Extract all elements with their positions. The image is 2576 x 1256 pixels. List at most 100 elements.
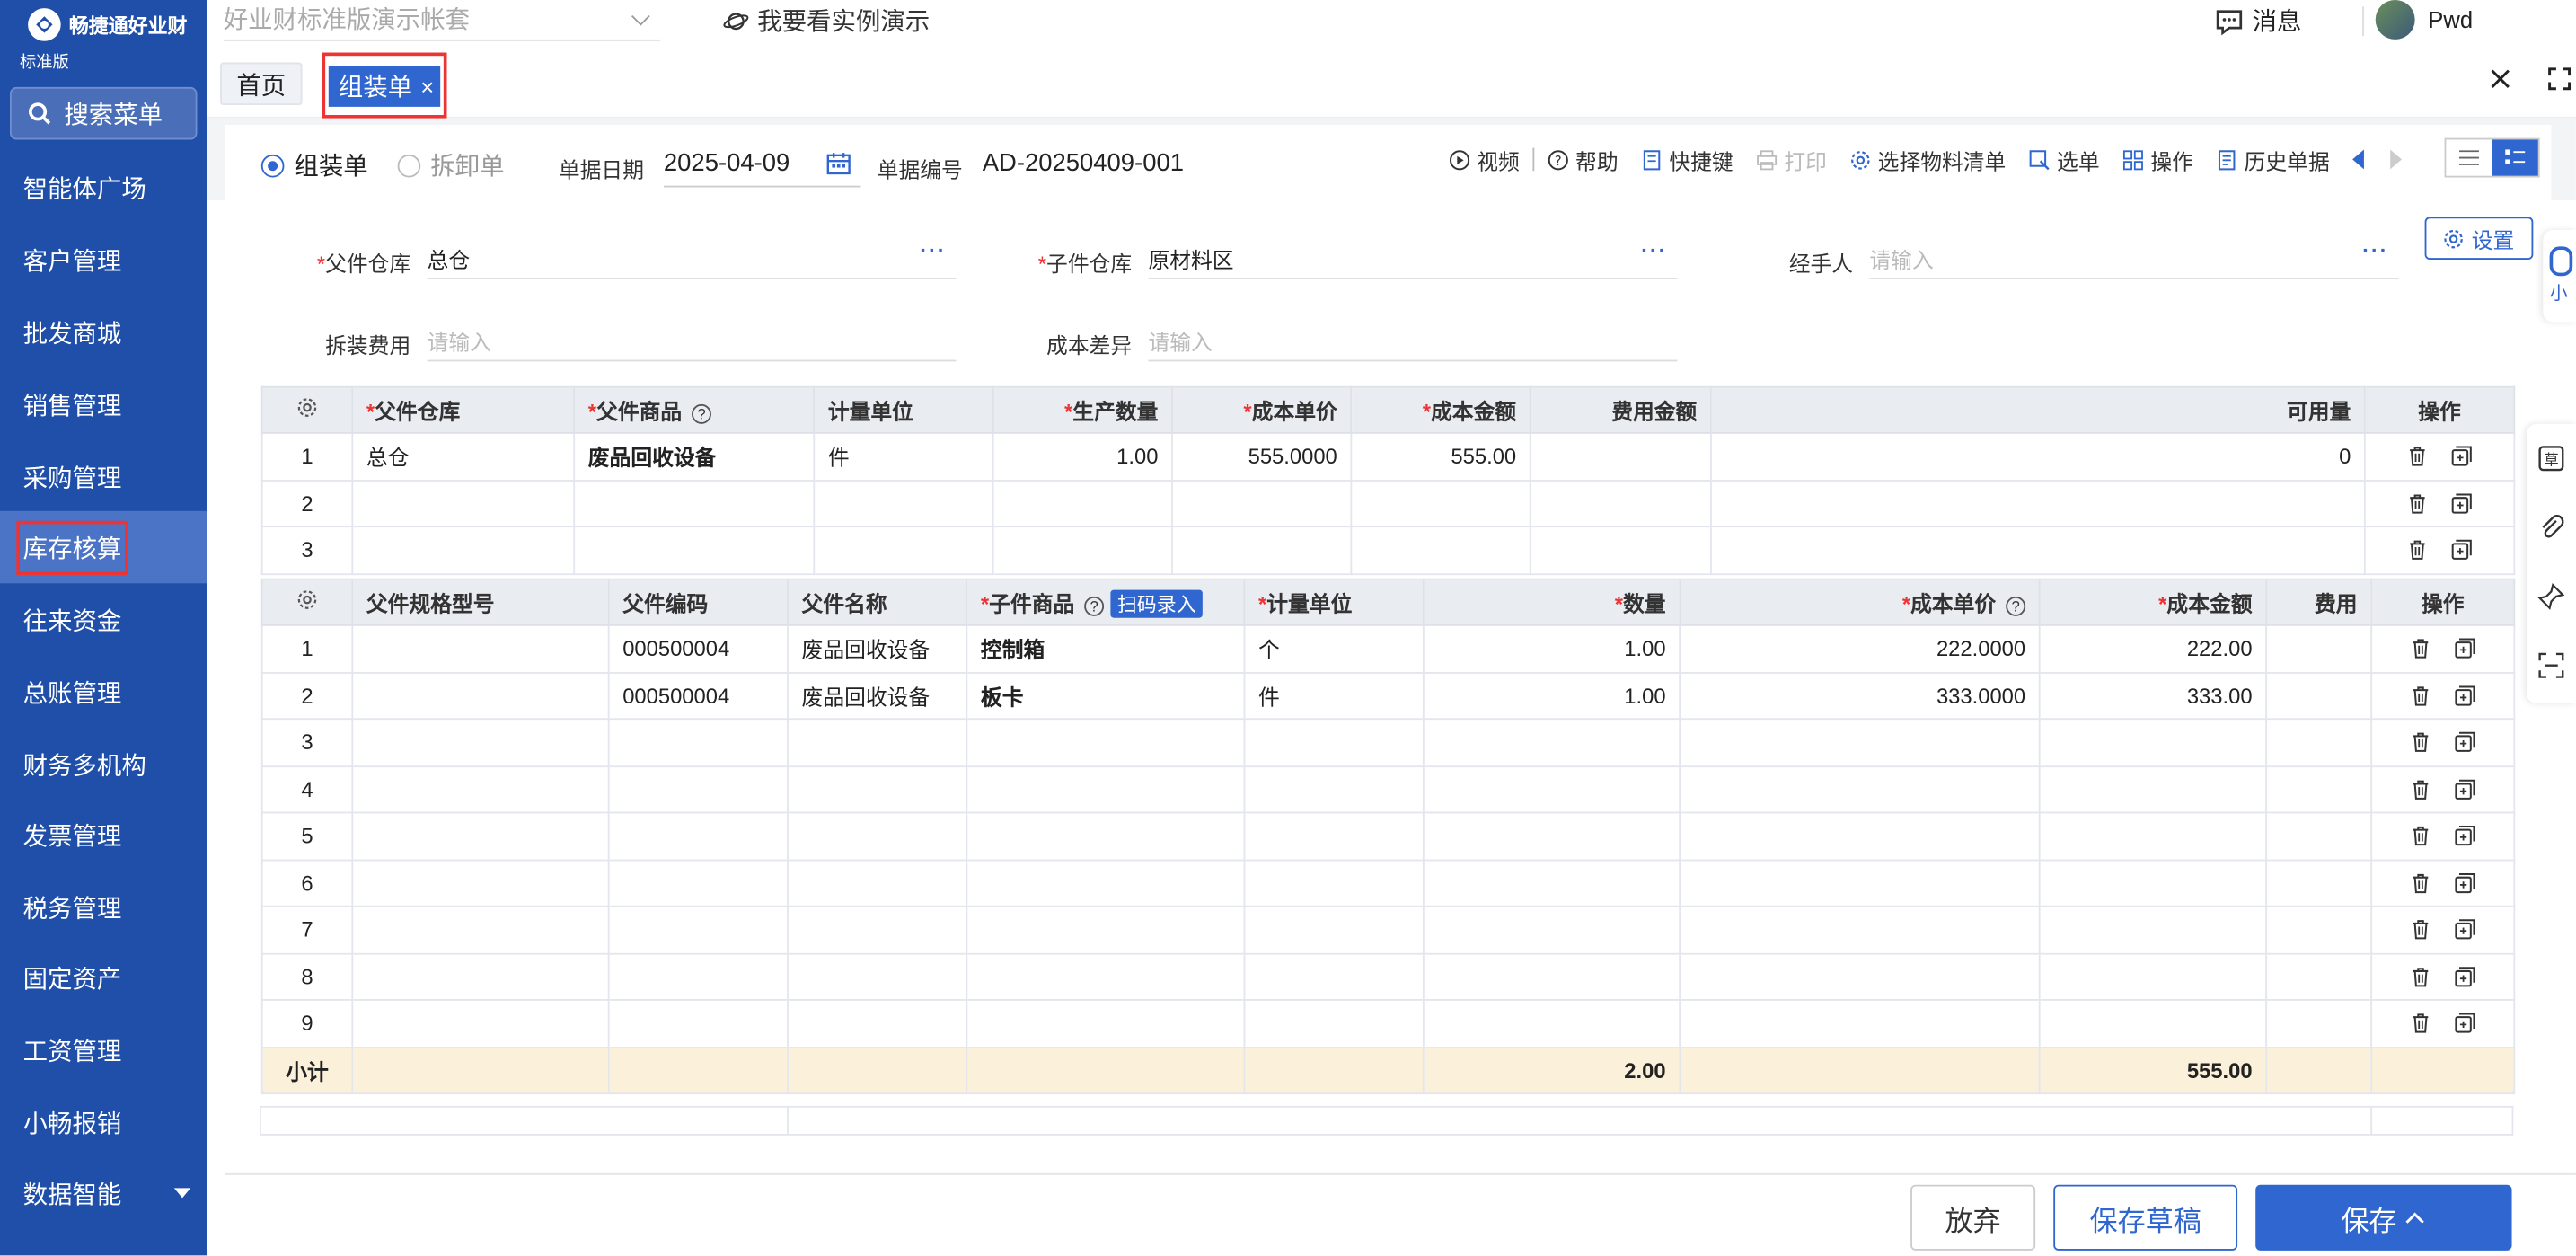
- search-menu-button[interactable]: 搜索菜单: [9, 86, 198, 140]
- trash-icon[interactable]: [2410, 731, 2431, 753]
- more-icon[interactable]: ···: [2362, 238, 2388, 262]
- scan-tool-button[interactable]: [2527, 631, 2576, 700]
- cell-qty[interactable]: [992, 479, 1173, 528]
- draft-tool-button[interactable]: 草: [2527, 424, 2576, 493]
- sidebar-item-payroll[interactable]: 工资管理: [0, 1013, 207, 1085]
- cell-amount[interactable]: [2038, 765, 2268, 814]
- cell-unit-cost[interactable]: [1679, 811, 2041, 861]
- trash-icon[interactable]: [2410, 638, 2431, 659]
- close-icon[interactable]: [2487, 66, 2513, 92]
- cell-amount[interactable]: [2038, 905, 2268, 954]
- settings-button[interactable]: 设置: [2424, 217, 2534, 260]
- cell-warehouse[interactable]: [351, 479, 576, 528]
- operate-button[interactable]: 操作: [2122, 144, 2193, 175]
- scan-entry-button[interactable]: 扫码录入: [1110, 589, 1203, 618]
- cell-child-product[interactable]: [966, 858, 1246, 907]
- fullscreen-icon[interactable]: [2546, 66, 2572, 92]
- cell-qty[interactable]: 1.00: [992, 432, 1173, 481]
- cell-unit[interactable]: 个: [1243, 624, 1425, 673]
- table-row[interactable]: 5: [260, 811, 2516, 861]
- cost-diff-field[interactable]: 请输入: [1148, 319, 1678, 362]
- trash-icon[interactable]: [2410, 778, 2431, 800]
- cell-amount[interactable]: [1350, 479, 1531, 528]
- cell-qty[interactable]: [1422, 811, 1681, 861]
- trash-icon[interactable]: [2410, 826, 2431, 847]
- select-doc-button[interactable]: 选单: [2029, 144, 2100, 175]
- copy-icon[interactable]: [2455, 731, 2476, 753]
- scrollbar-track[interactable]: [259, 1105, 2514, 1136]
- table-row[interactable]: 1 000500004 废品回收设备 控制箱个 1.00 222.0000 222.00: [260, 624, 2516, 673]
- cell-child-product[interactable]: [966, 951, 1246, 1001]
- history-button[interactable]: 历史单据: [2217, 144, 2330, 175]
- cell-qty[interactable]: [992, 526, 1173, 575]
- table-row[interactable]: 2: [260, 479, 2516, 528]
- cell-unit[interactable]: [1243, 905, 1425, 954]
- account-select[interactable]: 好业财标准版演示帐套: [223, 2, 661, 41]
- trash-icon[interactable]: [2410, 966, 2431, 987]
- messages-button[interactable]: 消息: [2214, 4, 2301, 38]
- cell-unit-cost[interactable]: [1679, 951, 2041, 1001]
- cell-unit[interactable]: 件: [813, 432, 994, 481]
- trash-icon[interactable]: [2410, 872, 2431, 894]
- handler-field[interactable]: 请输入 ···: [1869, 236, 2399, 279]
- cell-unit-cost[interactable]: [1679, 718, 2041, 767]
- copy-icon[interactable]: [2455, 638, 2476, 659]
- side-peek-panel[interactable]: 小: [2543, 230, 2576, 323]
- cell-unit-cost[interactable]: 333.0000: [1679, 671, 2041, 721]
- trash-icon[interactable]: [2410, 1013, 2431, 1034]
- cell-qty[interactable]: [1422, 765, 1681, 814]
- copy-icon[interactable]: [2455, 872, 2476, 894]
- cell-child-product[interactable]: [966, 811, 1246, 861]
- cell-child-product[interactable]: 控制箱: [966, 624, 1246, 673]
- radio-disassemble[interactable]: 拆卸单: [397, 148, 505, 182]
- sidebar-item-funds[interactable]: 往来资金: [0, 583, 207, 655]
- cell-fee[interactable]: [2265, 951, 2373, 1001]
- list-view-button[interactable]: [2446, 139, 2492, 175]
- detail-view-button[interactable]: [2492, 139, 2538, 176]
- child-warehouse-field[interactable]: 原材料区 ···: [1148, 236, 1678, 279]
- table-row[interactable]: 3: [260, 526, 2516, 575]
- cell-amount[interactable]: 333.00: [2038, 671, 2268, 721]
- trash-icon[interactable]: [2406, 492, 2428, 514]
- table-row[interactable]: 9: [260, 999, 2516, 1048]
- cell-unit[interactable]: [1243, 765, 1425, 814]
- copy-icon[interactable]: [2455, 966, 2476, 987]
- cell-unit-cost[interactable]: [1171, 526, 1353, 575]
- trash-icon[interactable]: [2406, 539, 2428, 561]
- cell-product[interactable]: [573, 479, 816, 528]
- next-arrow-icon[interactable]: [2390, 149, 2403, 170]
- cell-warehouse[interactable]: [351, 526, 576, 575]
- demo-link[interactable]: 我要看实例演示: [723, 4, 930, 38]
- tab-assembly[interactable]: 组装单 ×: [328, 66, 441, 107]
- table-row[interactable]: 4: [260, 765, 2516, 814]
- sidebar-item-invoices[interactable]: 发票管理: [0, 799, 207, 871]
- more-icon[interactable]: ···: [1641, 238, 1667, 262]
- sidebar-item-reimbursement[interactable]: 小畅报销: [0, 1086, 207, 1158]
- pin-tool-button[interactable]: [2527, 562, 2576, 632]
- sidebar-item-ledger[interactable]: 总账管理: [0, 656, 207, 728]
- cell-amount[interactable]: [2038, 951, 2268, 1001]
- cell-fee[interactable]: [2265, 999, 2373, 1048]
- table-row[interactable]: 2 000500004 废品回收设备 板卡件 1.00 333.0000 333.00: [260, 671, 2516, 721]
- cell-child-product[interactable]: [966, 718, 1246, 767]
- sidebar-item-tax[interactable]: 税务管理: [0, 871, 207, 942]
- cell-fee[interactable]: [2265, 765, 2373, 814]
- cell-child-product[interactable]: [966, 999, 1246, 1048]
- save-draft-button[interactable]: 保存草稿: [2053, 1184, 2238, 1251]
- cell-qty[interactable]: [1422, 905, 1681, 954]
- cell-unit[interactable]: [1243, 999, 1425, 1048]
- cell-amount[interactable]: [1350, 526, 1531, 575]
- sidebar-item-sales[interactable]: 销售管理: [0, 368, 207, 440]
- help-button[interactable]: ? 帮助: [1548, 144, 1619, 175]
- cell-child-product[interactable]: [966, 765, 1246, 814]
- cell-amount[interactable]: [2038, 811, 2268, 861]
- cell-unit-cost[interactable]: [1679, 999, 2041, 1048]
- cell-unit-cost[interactable]: [1679, 905, 2041, 954]
- table-row[interactable]: 8: [260, 951, 2516, 1001]
- user-menu[interactable]: Pwd: [2375, 0, 2473, 40]
- column-settings[interactable]: [260, 385, 354, 434]
- help-icon[interactable]: ?: [1084, 596, 1105, 616]
- cell-unit[interactable]: [1243, 858, 1425, 907]
- cell-unit-cost[interactable]: [1171, 479, 1353, 528]
- copy-icon[interactable]: [2455, 826, 2476, 847]
